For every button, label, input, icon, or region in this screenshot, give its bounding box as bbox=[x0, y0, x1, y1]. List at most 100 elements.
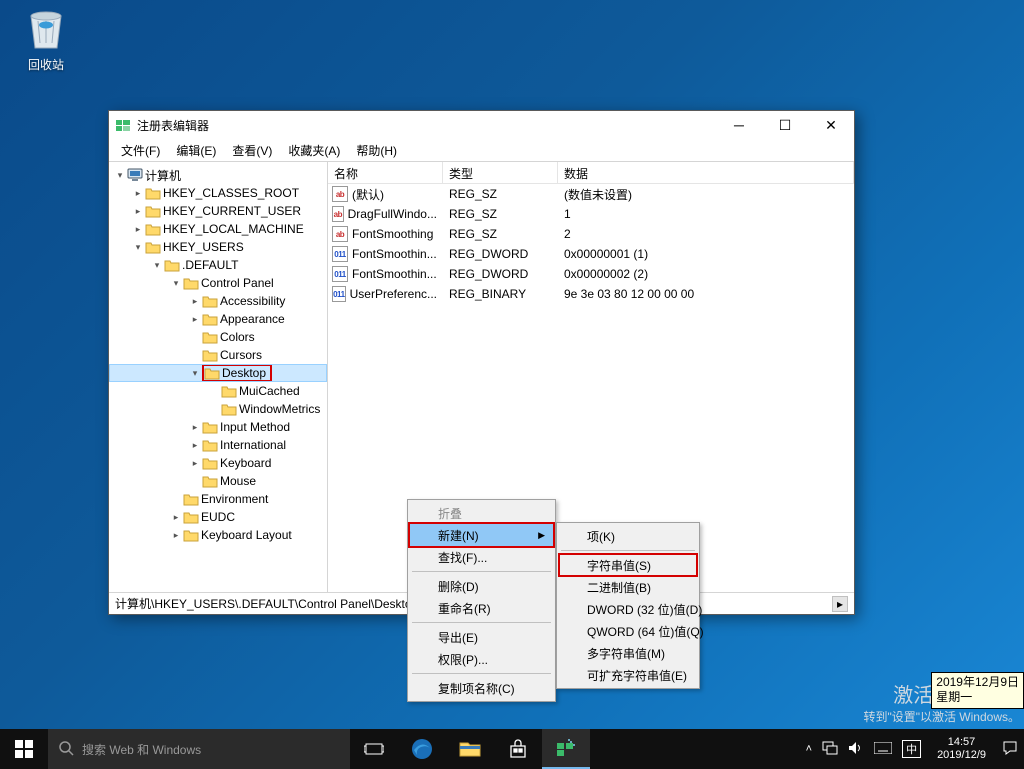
ctx-new-key[interactable]: 项(K) bbox=[559, 525, 697, 547]
ctx-export[interactable]: 导出(E) bbox=[410, 626, 553, 648]
ime-indicator[interactable]: 中 bbox=[902, 740, 921, 758]
search-placeholder: 搜索 Web 和 Windows bbox=[82, 741, 201, 758]
folder-icon bbox=[202, 420, 218, 434]
binary-value-icon: 011 bbox=[332, 246, 348, 262]
tree-cursors[interactable]: Cursors bbox=[109, 346, 327, 364]
tree-label: Accessibility bbox=[220, 294, 285, 308]
volume-icon[interactable] bbox=[848, 741, 864, 758]
menu-file[interactable]: 文件(F) bbox=[113, 140, 168, 161]
ctx-new-dword[interactable]: DWORD (32 位)值(D) bbox=[559, 598, 697, 620]
network-icon[interactable] bbox=[822, 741, 838, 758]
column-type[interactable]: 类型 bbox=[443, 162, 558, 183]
list-row[interactable]: 011FontSmoothin...REG_DWORD0x00000002 (2… bbox=[328, 264, 854, 284]
value-data: (数值未设置) bbox=[558, 186, 854, 203]
ctx-delete[interactable]: 删除(D) bbox=[410, 575, 553, 597]
file-explorer-icon[interactable] bbox=[446, 729, 494, 769]
tree-windowmetrics[interactable]: WindowMetrics bbox=[109, 400, 327, 418]
tree-label: HKEY_CURRENT_USER bbox=[163, 204, 301, 218]
column-data[interactable]: 数据 bbox=[558, 162, 854, 183]
tree-control-panel[interactable]: ▾Control Panel bbox=[109, 274, 327, 292]
taskview-button[interactable] bbox=[350, 729, 398, 769]
ctx-new-expandstring[interactable]: 可扩充字符串值(E) bbox=[559, 664, 697, 686]
action-center-icon[interactable] bbox=[1002, 740, 1018, 759]
tree-label: HKEY_CLASSES_ROOT bbox=[163, 186, 299, 200]
value-data: 0x00000002 (2) bbox=[558, 267, 854, 281]
menu-edit[interactable]: 编辑(E) bbox=[168, 140, 224, 161]
ctx-new-string[interactable]: 字符串值(S) bbox=[559, 554, 697, 576]
column-name[interactable]: 名称 bbox=[328, 162, 443, 183]
tree-hkeyusers[interactable]: ▾HKEY_USERS bbox=[109, 238, 327, 256]
menu-help[interactable]: 帮助(H) bbox=[348, 140, 405, 161]
tray-overflow-icon[interactable]: ˄ bbox=[806, 743, 812, 755]
tree-computer[interactable]: ▾计算机 bbox=[109, 166, 327, 184]
tree-hkcu[interactable]: ▸HKEY_CURRENT_USER bbox=[109, 202, 327, 220]
close-button[interactable]: ✕ bbox=[808, 111, 854, 139]
tree-label: EUDC bbox=[201, 510, 235, 524]
tree-label: Keyboard bbox=[220, 456, 271, 470]
tree-label: .DEFAULT bbox=[182, 258, 238, 272]
regedit-taskbar-icon[interactable] bbox=[542, 729, 590, 769]
value-name: FontSmoothin... bbox=[352, 267, 437, 281]
taskbar: 搜索 Web 和 Windows ˄ 中 14:57 2019/12/9 bbox=[0, 729, 1024, 769]
taskbar-clock[interactable]: 14:57 2019/12/9 bbox=[931, 736, 992, 762]
list-row[interactable]: 011FontSmoothin...REG_DWORD0x00000001 (1… bbox=[328, 244, 854, 264]
ctx-new-qword[interactable]: QWORD (64 位)值(Q) bbox=[559, 620, 697, 642]
tree-pane[interactable]: ▾计算机 ▸HKEY_CLASSES_ROOT ▸HKEY_CURRENT_US… bbox=[109, 162, 328, 592]
clock-time: 14:57 bbox=[937, 736, 986, 749]
tooltip-date: 2019年12月9日 bbox=[936, 675, 1019, 691]
list-row[interactable]: ab(默认)REG_SZ(数值未设置) bbox=[328, 184, 854, 204]
tree-muicached[interactable]: MuiCached bbox=[109, 382, 327, 400]
window-title: 注册表编辑器 bbox=[137, 117, 716, 134]
watermark-subtitle: 转到"设置"以激活 Windows。 bbox=[863, 708, 1020, 725]
ctx-rename[interactable]: 重命名(R) bbox=[410, 597, 553, 619]
value-data: 0x00000001 (1) bbox=[558, 247, 854, 261]
tree-eudc[interactable]: ▸EUDC bbox=[109, 508, 327, 526]
tree-label: Keyboard Layout bbox=[201, 528, 292, 542]
tree-accessibility[interactable]: ▸Accessibility bbox=[109, 292, 327, 310]
tree-desktop[interactable]: ▾Desktop bbox=[109, 364, 327, 382]
ctx-new-binary[interactable]: 二进制值(B) bbox=[559, 576, 697, 598]
separator bbox=[412, 622, 551, 623]
desktop-icon-recycle-bin[interactable]: 回收站 bbox=[14, 6, 78, 73]
search-box[interactable]: 搜索 Web 和 Windows bbox=[48, 729, 350, 769]
menu-view[interactable]: 查看(V) bbox=[224, 140, 280, 161]
tree-mouse[interactable]: Mouse bbox=[109, 472, 327, 490]
folder-icon bbox=[221, 384, 237, 398]
list-row[interactable]: abDragFullWindo...REG_SZ1 bbox=[328, 204, 854, 224]
tree-default[interactable]: ▾.DEFAULT bbox=[109, 256, 327, 274]
tree-colors[interactable]: Colors bbox=[109, 328, 327, 346]
ctx-permissions[interactable]: 权限(P)... bbox=[410, 648, 553, 670]
tree-hkcr[interactable]: ▸HKEY_CLASSES_ROOT bbox=[109, 184, 327, 202]
list-row[interactable]: 011UserPreferenc...REG_BINARY9e 3e 03 80… bbox=[328, 284, 854, 304]
tree-label: Appearance bbox=[220, 312, 285, 326]
binary-value-icon: 011 bbox=[332, 286, 346, 302]
tree-appearance[interactable]: ▸Appearance bbox=[109, 310, 327, 328]
tree-hklm[interactable]: ▸HKEY_LOCAL_MACHINE bbox=[109, 220, 327, 238]
tree-label: Cursors bbox=[220, 348, 262, 362]
keyboard-icon[interactable] bbox=[874, 742, 892, 757]
value-name: FontSmoothing bbox=[352, 227, 433, 241]
store-icon[interactable] bbox=[494, 729, 542, 769]
tree-keyboard[interactable]: ▸Keyboard bbox=[109, 454, 327, 472]
start-button[interactable] bbox=[0, 729, 48, 769]
string-value-icon: ab bbox=[332, 226, 348, 242]
tree-label: Environment bbox=[201, 492, 268, 506]
minimize-button[interactable]: ─ bbox=[716, 111, 762, 139]
scroll-right-button[interactable]: ▸ bbox=[832, 596, 848, 612]
ctx-find[interactable]: 查找(F)... bbox=[410, 546, 553, 568]
value-name: (默认) bbox=[352, 186, 384, 203]
maximize-button[interactable]: ☐ bbox=[762, 111, 808, 139]
recycle-bin-icon bbox=[25, 6, 67, 52]
tree-input-method[interactable]: ▸Input Method bbox=[109, 418, 327, 436]
tree-international[interactable]: ▸International bbox=[109, 436, 327, 454]
ctx-collapse[interactable]: 折叠 bbox=[410, 502, 553, 524]
edge-icon[interactable] bbox=[398, 729, 446, 769]
list-row[interactable]: abFontSmoothingREG_SZ2 bbox=[328, 224, 854, 244]
tree-label: Input Method bbox=[220, 420, 290, 434]
tree-environment[interactable]: Environment bbox=[109, 490, 327, 508]
menu-favorites[interactable]: 收藏夹(A) bbox=[280, 140, 348, 161]
tree-keyboard-layout[interactable]: ▸Keyboard Layout bbox=[109, 526, 327, 544]
ctx-new[interactable]: 新建(N)▶ bbox=[410, 524, 553, 546]
ctx-new-multistring[interactable]: 多字符串值(M) bbox=[559, 642, 697, 664]
ctx-copy-key-name[interactable]: 复制项名称(C) bbox=[410, 677, 553, 699]
